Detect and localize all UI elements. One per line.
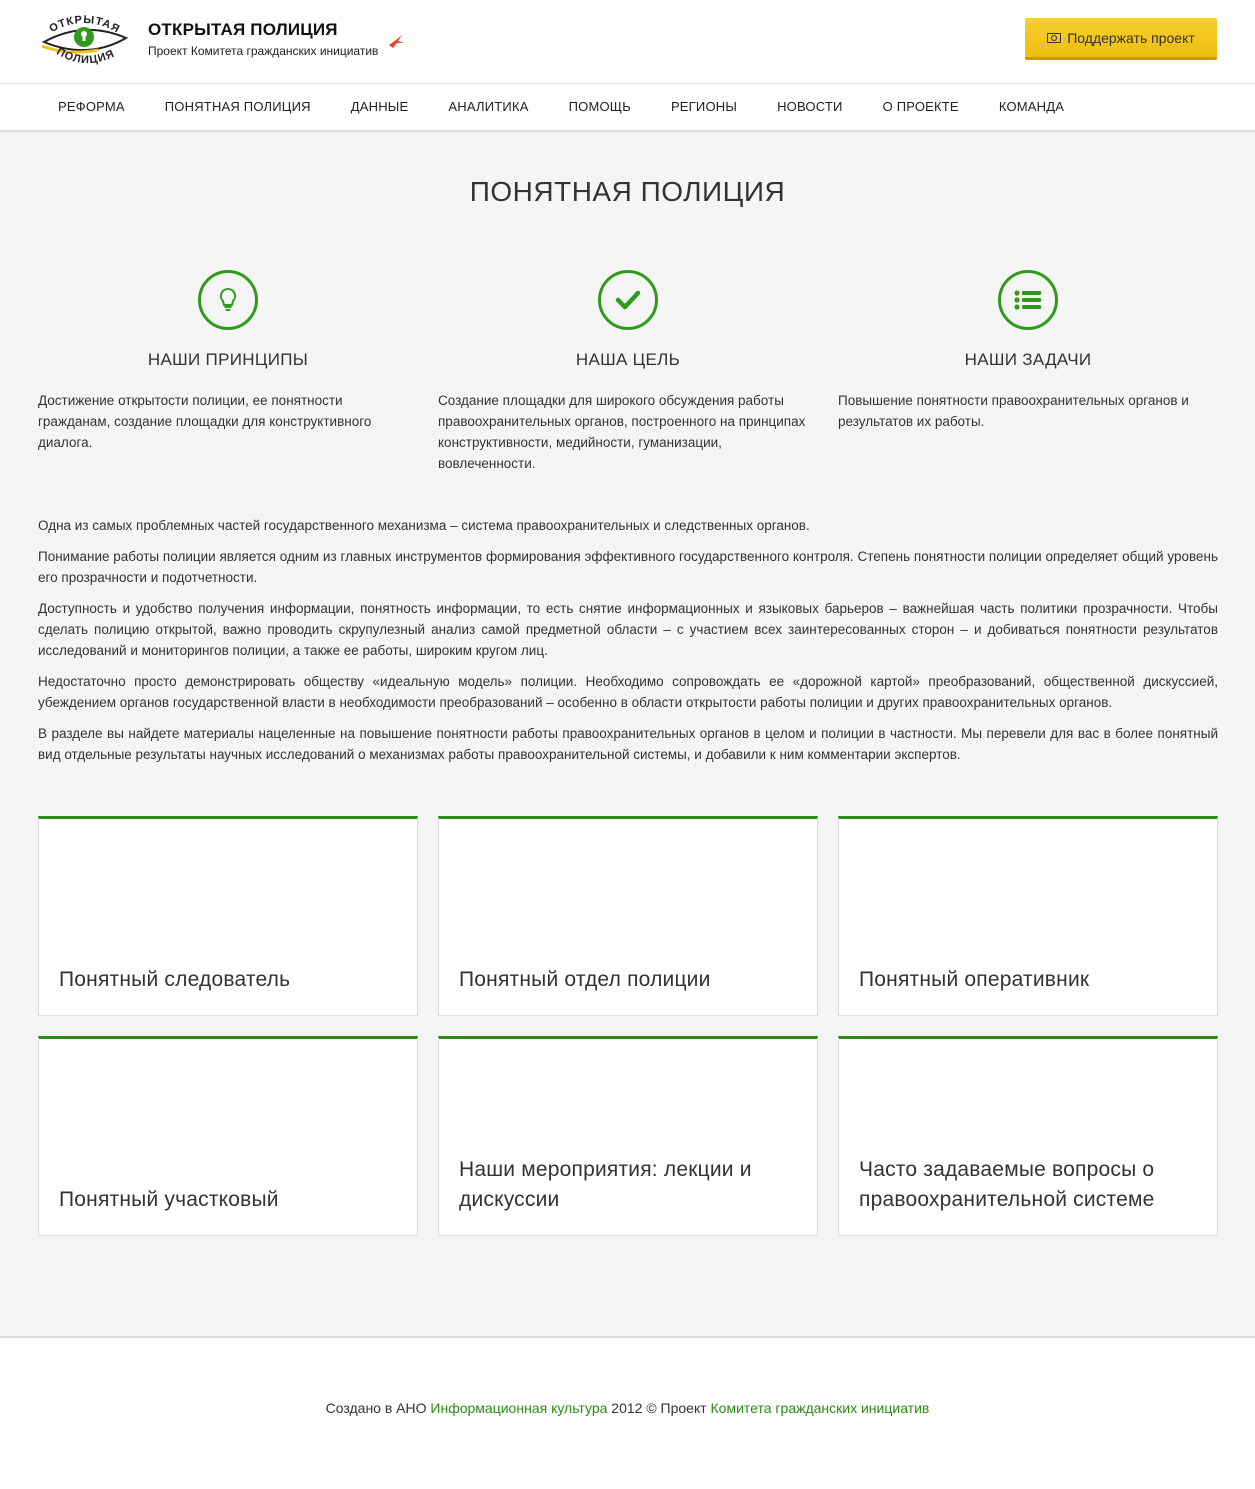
- feature-heading: НАШИ ЗАДАЧИ: [964, 350, 1092, 369]
- feature-icon-circle: [198, 270, 258, 330]
- nav-item-reform[interactable]: РЕФОРМА: [38, 84, 145, 130]
- list-icon: [1014, 290, 1041, 310]
- feature-icon-circle: [598, 270, 658, 330]
- intro-paragraph: Одна из самых проблемных частей государс…: [38, 518, 810, 533]
- feature-tasks: НАШИ ЗАДАЧИ Повышение понятности правоох…: [838, 270, 1218, 432]
- money-icon: [1047, 32, 1062, 43]
- page-title: ПОНЯТНАЯ ПОЛИЦИЯ: [469, 176, 786, 207]
- nav-item-analytics[interactable]: АНАЛИТИКА: [428, 84, 548, 130]
- intro-paragraph: В разделе вы найдете материалы нацеленны…: [38, 726, 1218, 762]
- card-title: Часто задаваемые вопросы о правоохраните…: [859, 1158, 1155, 1211]
- footer-link-infoculture[interactable]: Информационная культура: [430, 1400, 607, 1416]
- feature-icon-circle: [998, 270, 1058, 330]
- main-nav: РЕФОРМА ПОНЯТНАЯ ПОЛИЦИЯ ДАННЫЕ АНАЛИТИК…: [0, 84, 1255, 132]
- open-police-logo[interactable]: ОТКРЫТАЯ ПОЛИЦИЯ: [38, 12, 130, 68]
- card-title: Понятный оперативник: [859, 968, 1090, 991]
- nav-item-news[interactable]: НОВОСТИ: [757, 84, 863, 130]
- feature-principles: НАШИ ПРИНЦИПЫ Достижение открытости поли…: [38, 270, 418, 453]
- check-icon: [615, 290, 641, 310]
- intro-paragraph: Доступность и удобство получения информа…: [38, 601, 1218, 658]
- card-police-department[interactable]: Понятный отдел полиции: [438, 816, 818, 1016]
- card-district-officer[interactable]: Понятный участковый: [38, 1036, 418, 1236]
- feature-text: Создание площадки для широкого обсуждени…: [438, 393, 806, 471]
- footer-credits: Создано в АНО Информационная культура 20…: [0, 1400, 1255, 1416]
- intro-text: Одна из самых проблемных частей государс…: [38, 515, 1218, 775]
- site-title[interactable]: ОТКРЫТАЯ ПОЛИЦИЯ: [148, 20, 338, 40]
- nav-item-regions[interactable]: РЕГИОНЫ: [651, 84, 757, 130]
- bird-icon: [389, 35, 404, 48]
- card-title: Понятный отдел полиции: [459, 968, 711, 991]
- feature-heading: НАША ЦЕЛЬ: [575, 350, 681, 369]
- nav-item-about[interactable]: О ПРОЕКТЕ: [863, 84, 979, 130]
- support-project-button[interactable]: Поддержать проект: [1025, 18, 1217, 60]
- lightbulb-icon: [219, 287, 237, 311]
- intro-paragraph: Понимание работы полиции является одним …: [38, 549, 1218, 585]
- site-subtitle: Проект Комитета гражданских инициатив: [148, 44, 379, 58]
- feature-text: Достижение открытости полиции, ее понятн…: [38, 393, 372, 450]
- feature-text: Повышение понятности правоохранительных …: [838, 393, 1189, 429]
- card-events[interactable]: Наши мероприятия: лекции и дискуссии: [438, 1036, 818, 1236]
- nav-item-understandable-police[interactable]: ПОНЯТНАЯ ПОЛИЦИЯ: [145, 84, 331, 130]
- card-title: Понятный участковый: [59, 1188, 279, 1211]
- card-title: Понятный следователь: [59, 968, 291, 991]
- feature-goal: НАША ЦЕЛЬ Создание площадки для широкого…: [438, 270, 818, 474]
- nav-item-help[interactable]: ПОМОЩЬ: [549, 84, 651, 130]
- footer-link-committee[interactable]: Комитета гражданских инициатив: [711, 1400, 930, 1416]
- card-operative[interactable]: Понятный оперативник: [838, 816, 1218, 1016]
- intro-paragraph: Недостаточно просто демонстрировать обще…: [38, 674, 1218, 710]
- card-investigator[interactable]: Понятный следователь: [38, 816, 418, 1016]
- card-faq[interactable]: Часто задаваемые вопросы о правоохраните…: [838, 1036, 1218, 1236]
- card-title: Наши мероприятия: лекции и дискуссии: [459, 1158, 752, 1211]
- site-header: ОТКРЫТАЯ ПОЛИЦИЯ ОТКРЫТАЯ ПОЛИЦИЯ Проект…: [0, 0, 1255, 84]
- nav-item-data[interactable]: ДАННЫЕ: [331, 84, 429, 130]
- nav-item-team[interactable]: КОМАНДА: [979, 84, 1084, 130]
- site-footer: Создано в АНО Информационная культура 20…: [0, 1336, 1255, 1489]
- footer-prefix: Создано в АНО: [325, 1400, 431, 1416]
- feature-heading: НАШИ ПРИНЦИПЫ: [147, 350, 309, 369]
- footer-middle: 2012 © Проект: [607, 1400, 711, 1416]
- support-button-label: Поддержать проект: [1067, 29, 1195, 46]
